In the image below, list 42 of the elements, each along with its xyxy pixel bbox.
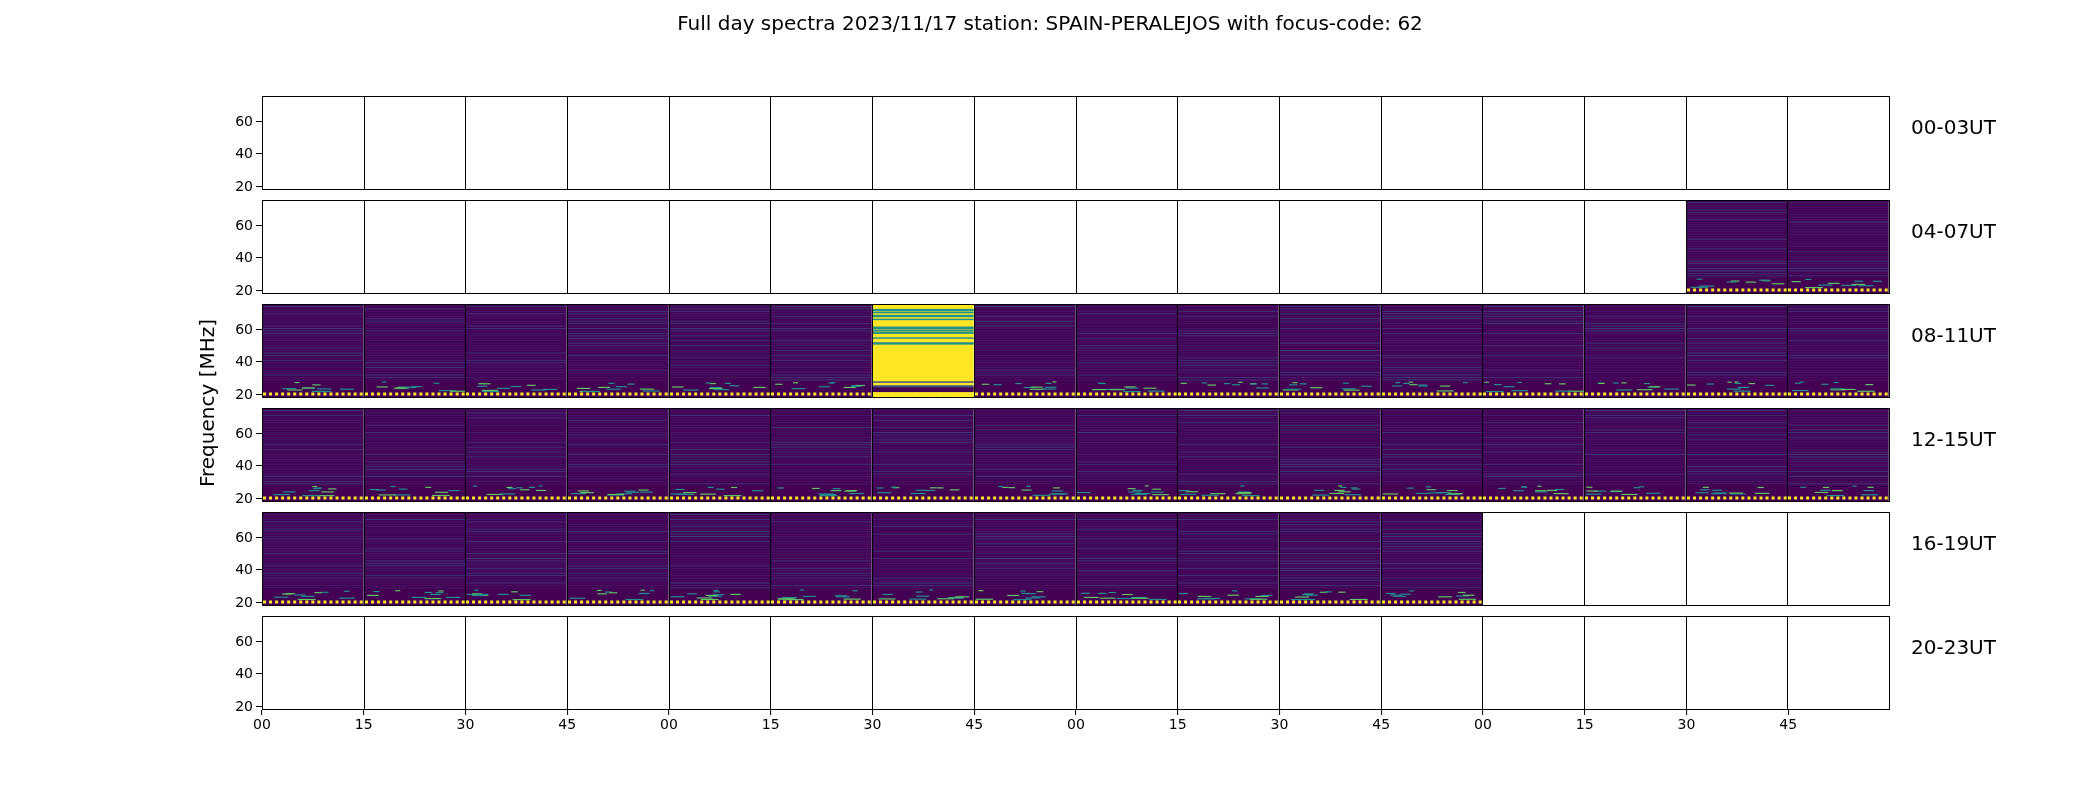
- time-range-label: 20-23UT: [1911, 635, 1996, 660]
- y-tick-label: 20: [235, 387, 253, 402]
- x-tick-label: 30: [1677, 717, 1696, 731]
- x-tick-label: 45: [1372, 717, 1391, 731]
- y-tick-label: 40: [235, 562, 253, 577]
- x-tick-label: 30: [456, 717, 475, 731]
- y-tick-label: 20: [235, 699, 253, 714]
- y-tick-label: 60: [235, 114, 253, 129]
- x-tick-label: 15: [1575, 717, 1594, 731]
- x-tick-label: 00: [1474, 717, 1492, 731]
- x-tick-label: 00: [1067, 717, 1085, 731]
- y-tick-label: 20: [235, 595, 253, 610]
- y-tick-label: 40: [235, 146, 253, 161]
- y-tick-label: 60: [235, 634, 253, 649]
- x-tick-label: 30: [863, 717, 882, 731]
- y-tick-label: 60: [235, 322, 253, 337]
- x-tick-label: 45: [1779, 717, 1798, 731]
- y-tick-label: 20: [235, 491, 253, 506]
- time-range-label: 00-03UT: [1911, 115, 1996, 140]
- x-tick-label: 15: [1168, 717, 1187, 731]
- y-tick-label: 20: [235, 283, 253, 298]
- x-tick-label: 00: [660, 717, 678, 731]
- y-tick-label: 40: [235, 666, 253, 681]
- y-tick-label: 60: [235, 426, 253, 441]
- time-range-label: 04-07UT: [1911, 219, 1996, 244]
- y-tick-label: 40: [235, 250, 253, 265]
- y-tick-label: 60: [235, 530, 253, 545]
- time-range-label: 16-19UT: [1911, 531, 1996, 556]
- time-range-label: 08-11UT: [1911, 323, 1996, 348]
- x-tick-label: 45: [965, 717, 984, 731]
- y-tick-label: 60: [235, 218, 253, 233]
- x-tick-label: 15: [354, 717, 373, 731]
- y-tick-label: 20: [235, 179, 253, 194]
- x-tick-label: 15: [761, 717, 780, 731]
- time-range-label: 12-15UT: [1911, 427, 1996, 452]
- x-tick-label: 30: [1270, 717, 1289, 731]
- y-tick-label: 40: [235, 458, 253, 473]
- x-tick-label: 45: [558, 717, 577, 731]
- chart-title: Full day spectra 2023/11/17 station: SPAIN-PERALEJOS with focus-code: 62: [677, 11, 1423, 36]
- x-tick-label: 00: [253, 717, 271, 731]
- y-tick-label: 40: [235, 354, 253, 369]
- y-axis-label: Frequency [MHz]: [194, 318, 220, 488]
